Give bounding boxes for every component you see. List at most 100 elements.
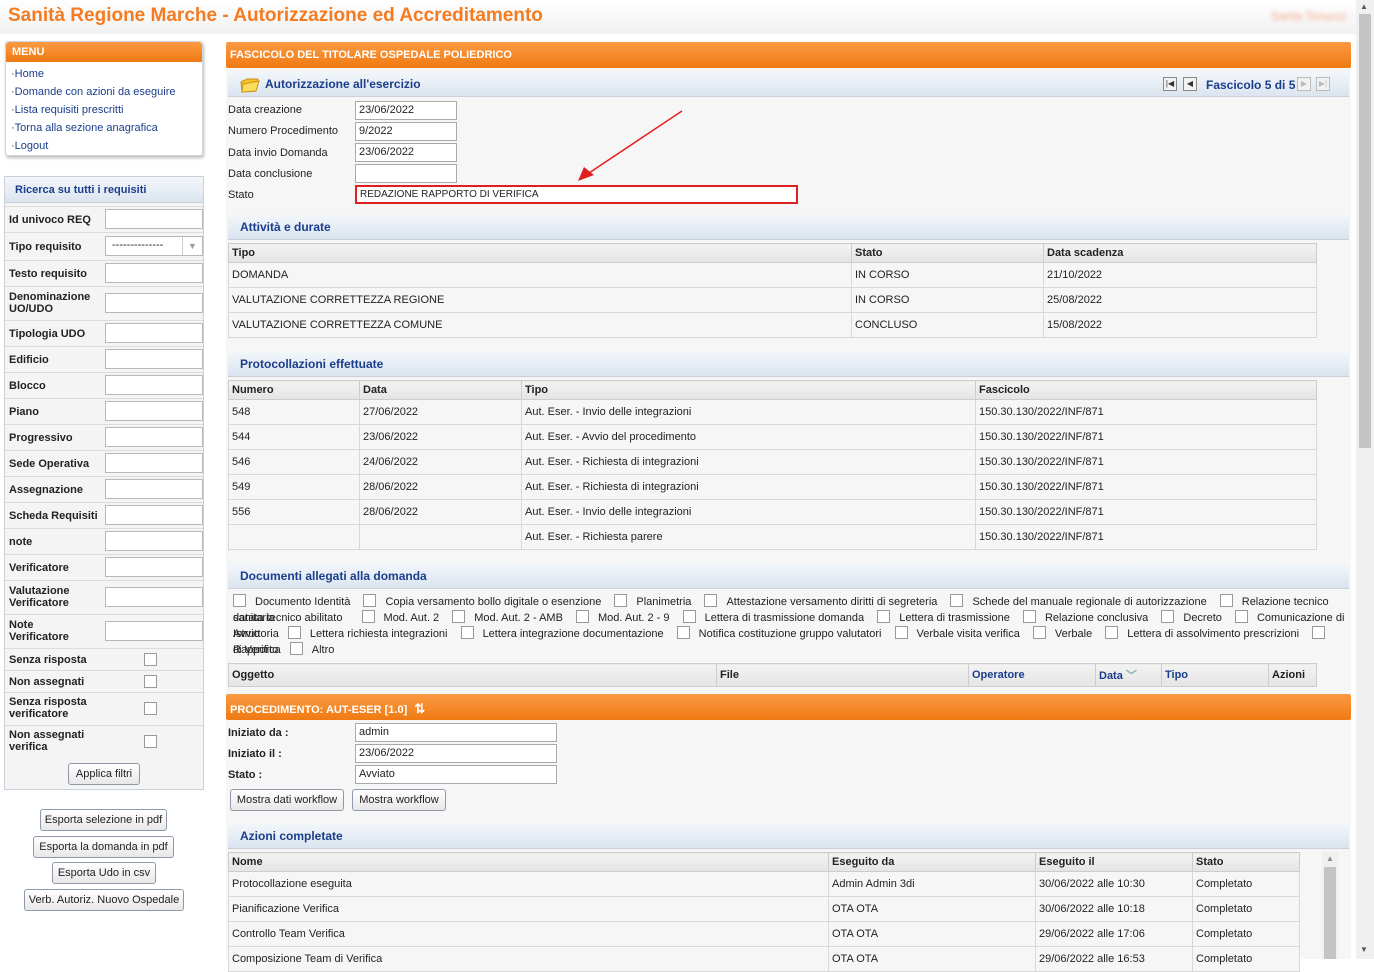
menu-item-home[interactable]: ·Home — [6, 66, 202, 84]
doc-checkbox[interactable] — [363, 594, 377, 607]
doc-checkbox[interactable] — [289, 642, 303, 655]
doc-checkbox[interactable] — [1105, 626, 1119, 639]
iniziato-da-field[interactable]: admin — [355, 723, 557, 742]
stato-procedimento-field[interactable]: Avviato — [355, 765, 557, 784]
apply-filters-button[interactable]: Applica filtri — [68, 763, 140, 785]
scrollbar-thumb[interactable] — [1324, 867, 1336, 959]
scroll-up-icon[interactable]: ▲ — [1360, 2, 1368, 11]
note-verificatore-input[interactable] — [105, 621, 203, 641]
non-assegnati-verifica-checkbox[interactable] — [144, 735, 157, 748]
doc-checkbox[interactable] — [460, 626, 474, 639]
doc-checkbox[interactable] — [877, 610, 891, 623]
col-header[interactable]: Nome — [228, 852, 829, 872]
note-input[interactable] — [105, 531, 203, 551]
table-row[interactable]: Composizione Team di Verifica OTA OTA 29… — [228, 946, 1300, 972]
doc-checkbox[interactable] — [614, 594, 628, 607]
doc-checkbox[interactable] — [894, 626, 908, 639]
testo-requisito-input[interactable] — [105, 263, 203, 283]
col-header[interactable]: File — [716, 663, 969, 687]
scroll-up-icon[interactable]: ▲ — [1326, 854, 1334, 863]
user-name[interactable]: Santa Tonucci — [1271, 9, 1346, 23]
data-invio-field[interactable]: 23/06/2022 — [355, 143, 457, 162]
table-row[interactable]: VALUTAZIONE CORRETTEZZA COMUNE CONCLUSO … — [228, 312, 1317, 338]
doc-checkbox[interactable] — [704, 594, 718, 607]
verificatore-input[interactable] — [105, 557, 203, 577]
progressivo-input[interactable] — [105, 427, 203, 447]
export-domanda-pdf-button[interactable]: Esporta la domanda in pdf — [33, 836, 174, 858]
page-scrollbar[interactable]: ▲ ▼ — [1356, 0, 1374, 959]
iniziato-il-field[interactable]: 23/06/2022 — [355, 744, 557, 763]
col-header-sortable[interactable]: Data ﹀ — [1095, 663, 1162, 687]
doc-checkbox[interactable] — [1312, 626, 1326, 639]
next-page-icon[interactable]: ▶ — [1297, 77, 1311, 91]
table-row[interactable]: 549 28/06/2022 Aut. Eser. - Richiesta di… — [228, 474, 1317, 500]
edificio-input[interactable] — [105, 349, 203, 369]
col-header[interactable]: Eseguito il — [1035, 852, 1193, 872]
table-row[interactable]: DOMANDA IN CORSO 21/10/2022 — [228, 262, 1317, 288]
table-row[interactable]: Pianificazione Verifica OTA OTA 30/06/20… — [228, 896, 1300, 922]
export-udo-csv-button[interactable]: Esporta Udo in csv — [52, 862, 156, 884]
menu-item-domande[interactable]: ·Domande con azioni da eseguire — [6, 84, 202, 102]
last-page-icon[interactable]: ▶| — [1316, 77, 1330, 91]
col-header-sortable[interactable]: Tipo — [1161, 663, 1269, 687]
menu-item-anagrafica[interactable]: ·Torna alla sezione anagrafica — [6, 120, 202, 138]
table-row[interactable]: Protocollazione eseguita Admin Admin 3di… — [228, 871, 1300, 897]
col-header[interactable]: Tipo — [521, 380, 976, 400]
doc-checkbox[interactable] — [452, 610, 466, 623]
col-header[interactable]: Stato — [851, 243, 1044, 263]
doc-checkbox[interactable] — [1022, 610, 1036, 623]
valutazione-verificatore-input[interactable] — [105, 587, 203, 607]
prev-page-icon[interactable]: ◀ — [1183, 77, 1197, 91]
table-row[interactable]: Controllo Team Verifica OTA OTA 29/06/20… — [228, 921, 1300, 947]
doc-checkbox[interactable] — [233, 594, 246, 607]
col-header[interactable]: Data — [359, 380, 522, 400]
senza-risposta-verificatore-checkbox[interactable] — [144, 702, 157, 715]
blocco-input[interactable] — [105, 375, 203, 395]
first-page-icon[interactable]: |◀ — [1163, 77, 1177, 91]
azioni-scrollbar[interactable]: ▲ — [1322, 852, 1338, 959]
tipo-requisito-select[interactable]: -------------- ▼ — [105, 236, 203, 256]
col-header[interactable]: Eseguito da — [828, 852, 1036, 872]
col-header-sortable[interactable]: Operatore — [968, 663, 1096, 687]
table-row[interactable]: 556 28/06/2022 Aut. Eser. - Invio delle … — [228, 499, 1317, 525]
col-header[interactable]: Tipo — [228, 243, 852, 263]
data-creazione-field[interactable]: 23/06/2022 — [355, 101, 457, 120]
doc-checkbox[interactable] — [682, 610, 696, 623]
table-row[interactable]: VALUTAZIONE CORRETTEZZA REGIONE IN CORSO… — [228, 287, 1317, 313]
mostra-dati-workflow-button[interactable]: Mostra dati workflow — [230, 789, 344, 811]
filter-id-input[interactable] — [105, 209, 203, 229]
denominazione-input[interactable] — [105, 293, 203, 313]
sede-operativa-input[interactable] — [105, 453, 203, 473]
table-row[interactable]: 544 23/06/2022 Aut. Eser. - Avvio del pr… — [228, 424, 1317, 450]
stato-field[interactable]: REDAZIONE RAPPORTO DI VERIFICA — [355, 185, 798, 204]
assegnazione-input[interactable] — [105, 479, 203, 499]
tipologia-udo-input[interactable] — [105, 323, 203, 343]
refresh-icon[interactable]: ⇅ — [414, 701, 425, 716]
menu-item-lista-requisiti[interactable]: ·Lista requisiti prescritti — [6, 102, 202, 120]
table-row[interactable]: 546 24/06/2022 Aut. Eser. - Richiesta di… — [228, 449, 1317, 475]
doc-checkbox[interactable] — [950, 594, 964, 607]
col-header[interactable]: Oggetto — [228, 663, 717, 687]
scrollbar-thumb[interactable] — [1359, 14, 1371, 448]
col-header[interactable]: Data scadenza — [1043, 243, 1317, 263]
numero-procedimento-field[interactable]: 9/2022 — [355, 122, 457, 141]
scheda-requisiti-input[interactable] — [105, 505, 203, 525]
export-selection-pdf-button[interactable]: Esporta selezione in pdf — [40, 809, 167, 831]
doc-checkbox[interactable] — [287, 626, 301, 639]
col-header[interactable]: Fascicolo — [975, 380, 1317, 400]
table-row[interactable]: Aut. Eser. - Richiesta parere 150.30.130… — [228, 524, 1317, 550]
doc-checkbox[interactable] — [575, 610, 589, 623]
doc-checkbox[interactable] — [361, 610, 375, 623]
doc-checkbox[interactable] — [1032, 626, 1046, 639]
doc-checkbox[interactable] — [676, 626, 690, 639]
verbale-autorizzazione-button[interactable]: Verb. Autoriz. Nuovo Ospedale — [24, 889, 184, 911]
scroll-down-icon[interactable]: ▼ — [1360, 945, 1368, 954]
doc-checkbox[interactable] — [1234, 610, 1248, 623]
table-row[interactable]: 548 27/06/2022 Aut. Eser. - Invio delle … — [228, 399, 1317, 425]
non-assegnati-checkbox[interactable] — [144, 675, 157, 688]
data-conclusione-field[interactable] — [355, 164, 457, 183]
piano-input[interactable] — [105, 401, 203, 421]
col-header[interactable]: Numero — [228, 380, 360, 400]
senza-risposta-checkbox[interactable] — [144, 653, 157, 666]
menu-item-logout[interactable]: ·Logout — [6, 138, 202, 156]
